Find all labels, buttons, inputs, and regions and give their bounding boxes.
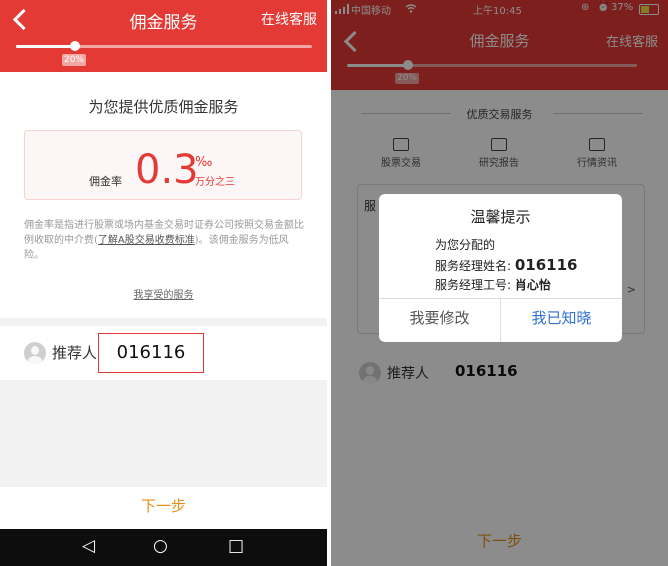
left-screen: 佣金服务 在线客服 20% 为您提供优质佣金服务 佣金率 0.3 ‰ 万分之三 … — [0, 0, 327, 566]
modify-button[interactable]: 我要修改 — [379, 298, 500, 342]
commission-rate-ticket: 佣金率 0.3 ‰ 万分之三 — [24, 130, 302, 200]
fee-standard-link[interactable]: 了解A股交易收费标准 — [98, 235, 195, 246]
right-screen: 中国移动 上午10:45 ⊕ ⏰ 37% 佣金服务 在线客服 20% 优质交易服… — [331, 0, 668, 566]
person-avatar-icon — [24, 342, 46, 364]
nav-home-icon[interactable]: ○ — [153, 536, 168, 556]
nav-back-icon[interactable]: ◁ — [82, 536, 95, 556]
manager-name-value: 016116 — [514, 256, 578, 274]
acknowledge-button[interactable]: 我已知晓 — [501, 298, 622, 342]
intro-heading: 为您提供优质佣金服务 — [88, 98, 239, 116]
dialog-title: 温馨提示 — [470, 208, 531, 226]
notice-dialog: 温馨提示 为您分配的 服务经理姓名: 016116 服务经理工号: 肖心怡 我要… — [379, 194, 622, 342]
referrer-row: 推荐人 016116 — [0, 326, 327, 380]
commission-intro-card: 为您提供优质佣金服务 佣金率 0.3 ‰ 万分之三 佣金率是指进行股票或场内基金… — [0, 72, 327, 318]
dialog-intro-text: 为您分配的 — [435, 238, 496, 252]
rate-unit-symbol: ‰ — [195, 155, 213, 170]
progress-track — [16, 45, 312, 48]
left-header: 佣金服务 在线客服 20% — [0, 0, 327, 72]
manager-id-value: 肖心怡 — [514, 278, 551, 292]
rate-value: 0.3 — [135, 147, 199, 193]
commission-description: 佣金率是指进行股票或场内基金交易时证券公司按照交易金额比例收取的中介费(了解A股… — [24, 218, 304, 263]
progress-badge: 20% — [62, 54, 86, 66]
progress-knob — [70, 41, 80, 51]
android-nav-bar: ◁ ○ □ — [0, 529, 327, 566]
manager-name-label: 服务经理姓名: — [435, 259, 512, 273]
nav-recent-icon[interactable]: □ — [228, 536, 244, 556]
referrer-value: 016116 — [116, 342, 186, 363]
my-service-link[interactable]: 我享受的服务 — [0, 286, 327, 301]
rate-unit-text: 万分之三 — [195, 177, 235, 188]
referrer-label: 推荐人 — [52, 344, 98, 362]
manager-id-label: 服务经理工号: — [435, 278, 512, 292]
progress-fill — [16, 45, 76, 48]
next-step-button[interactable]: 下一步 — [0, 487, 327, 529]
rate-label: 佣金率 — [89, 175, 122, 188]
manager-id-row: 服务经理工号: 肖心怡 — [435, 276, 551, 293]
manager-name-row: 服务经理姓名: 016116 — [435, 256, 578, 274]
online-service-link[interactable]: 在线客服 — [261, 9, 317, 29]
referrer-input[interactable]: 016116 — [98, 333, 204, 373]
